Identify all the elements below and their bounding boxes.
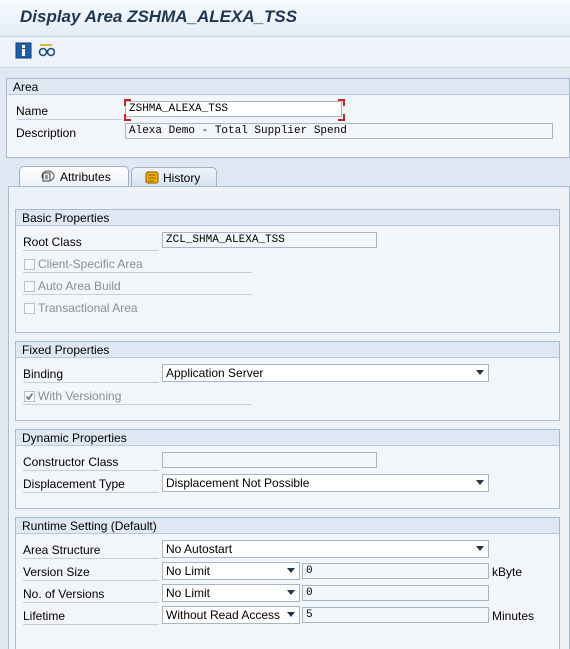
client-specific-checkbox[interactable] — [24, 259, 35, 270]
glasses-icon[interactable] — [38, 42, 55, 59]
checkmark-icon — [25, 393, 34, 401]
transactional-label: Transactional Area — [38, 301, 138, 315]
window-title: Display Area ZSHMA_ALEXA_TSS — [20, 7, 298, 26]
area-structure-underline — [23, 558, 159, 559]
chevron-down-icon — [476, 546, 484, 551]
name-label: Name — [16, 104, 49, 118]
history-icon — [145, 171, 159, 184]
root-class-label: Root Class — [23, 235, 82, 249]
attributes-icon — [41, 170, 55, 182]
runtime-setting-header: Runtime Setting (Default) — [16, 518, 559, 534]
versioning-checkbox[interactable] — [24, 391, 35, 402]
info-icon[interactable] — [15, 42, 32, 59]
lifetime-select[interactable]: Without Read Access — [162, 606, 300, 624]
required-marker — [124, 99, 131, 106]
tab-history-label: History — [163, 171, 201, 185]
versions-select-value: No Limit — [166, 586, 211, 600]
constructor-class-underline — [23, 470, 159, 471]
fixed-properties-panel: Fixed Properties Binding Application Ser… — [15, 341, 560, 421]
description-field[interactable]: Alexa Demo - Total Supplier Spend — [125, 123, 553, 139]
runtime-setting-panel: Runtime Setting (Default) Area Structure… — [15, 517, 560, 649]
dynamic-properties-title: Dynamic Properties — [22, 431, 127, 445]
auto-build-underline — [23, 294, 252, 295]
root-class-underline — [23, 250, 159, 251]
binding-select[interactable]: Application Server — [162, 364, 489, 382]
version-size-underline — [23, 580, 159, 581]
binding-label: Binding — [23, 367, 64, 381]
area-structure-value: No Autostart — [166, 542, 233, 556]
area-section-title: Area — [13, 80, 39, 94]
versioning-label: With Versioning — [38, 389, 122, 403]
versions-underline — [23, 602, 159, 603]
auto-build-label: Auto Area Build — [38, 279, 121, 293]
lifetime-unit: Minutes — [492, 609, 535, 623]
binding-select-value: Application Server — [166, 366, 264, 380]
version-size-unit: kByte — [492, 565, 523, 579]
version-size-field[interactable]: 0 — [302, 563, 489, 579]
runtime-setting-title: Runtime Setting (Default) — [22, 519, 157, 533]
description-label: Description — [16, 126, 77, 140]
displacement-type-underline — [23, 492, 159, 493]
lifetime-select-value: Without Read Access — [166, 608, 281, 622]
required-marker — [338, 114, 345, 121]
chevron-down-icon — [287, 590, 295, 595]
toolbar — [0, 37, 570, 68]
required-marker — [124, 114, 131, 121]
name-underline — [16, 119, 122, 120]
tab-attributes-label: Attributes — [60, 170, 111, 184]
client-specific-label: Client-Specific Area — [38, 257, 143, 271]
lifetime-field[interactable]: 5 — [302, 607, 489, 623]
tab-history[interactable]: History — [131, 167, 217, 187]
lifetime-label: Lifetime — [23, 609, 66, 623]
basic-properties-header: Basic Properties — [16, 210, 559, 226]
displacement-type-value: Displacement Not Possible — [166, 476, 310, 490]
version-size-select[interactable]: No Limit — [162, 562, 300, 580]
required-marker — [338, 99, 345, 106]
binding-underline — [23, 382, 159, 383]
area-panel: Area Name ZSHMA_ALEXA_TSS Description Al… — [6, 78, 570, 158]
constructor-class-field[interactable] — [162, 452, 377, 468]
basic-properties-panel: Basic Properties Root Class ZCL_SHMA_ALE… — [15, 209, 560, 333]
fixed-properties-title: Fixed Properties — [22, 343, 110, 357]
chevron-down-icon — [476, 370, 484, 375]
transactional-checkbox[interactable] — [24, 303, 35, 314]
root-class-field[interactable]: ZCL_SHMA_ALEXA_TSS — [162, 232, 377, 248]
versions-field[interactable]: 0 — [302, 585, 489, 601]
version-size-label: Version Size — [23, 565, 90, 579]
displacement-type-label: Displacement Type — [23, 477, 125, 491]
version-size-select-value: No Limit — [166, 564, 211, 578]
dynamic-properties-header: Dynamic Properties — [16, 430, 559, 446]
name-field[interactable]: ZSHMA_ALEXA_TSS — [125, 101, 342, 117]
versions-select[interactable]: No Limit — [162, 584, 300, 602]
tab-attributes[interactable]: Attributes — [19, 166, 129, 187]
area-section-header: Area — [7, 79, 569, 95]
constructor-class-label: Constructor Class — [23, 455, 119, 469]
chevron-down-icon — [476, 480, 484, 485]
client-specific-underline — [23, 272, 252, 273]
area-structure-select[interactable]: No Autostart — [162, 540, 489, 558]
auto-build-checkbox[interactable] — [24, 281, 35, 292]
area-structure-label: Area Structure — [23, 543, 101, 557]
chevron-down-icon — [287, 568, 295, 573]
fixed-properties-header: Fixed Properties — [16, 342, 559, 358]
versioning-underline — [23, 404, 252, 405]
basic-properties-title: Basic Properties — [22, 211, 110, 225]
chevron-down-icon — [287, 612, 295, 617]
dynamic-properties-panel: Dynamic Properties Constructor Class Dis… — [15, 429, 560, 509]
title-bar: Display Area ZSHMA_ALEXA_TSS — [0, 0, 570, 37]
lifetime-underline — [23, 624, 159, 625]
displacement-type-select[interactable]: Displacement Not Possible — [162, 474, 489, 492]
versions-label: No. of Versions — [23, 587, 105, 601]
